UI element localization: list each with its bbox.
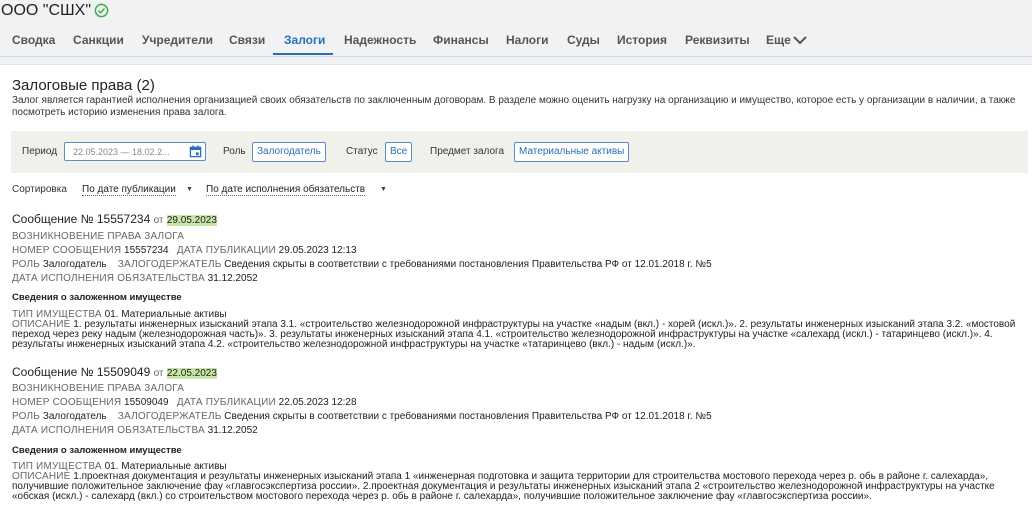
role-row: РОЛЬ Залогодатель ЗАЛОГОДЕРЖАТЕЛЬ Сведен…	[12, 411, 712, 422]
event-label: ВОЗНИКНОВЕНИЕ ПРАВА ЗАЛОГА	[12, 383, 185, 394]
page-title: Залоговые права (2)	[12, 77, 155, 94]
message-title[interactable]: Сообщение № 15557234 от 29.05.2023	[12, 212, 217, 226]
sort-by-publication[interactable]: По дате публикации	[82, 184, 176, 196]
number-row: НОМЕР СООБЩЕНИЯ 15557234 ДАТА ПУБЛИКАЦИИ…	[12, 245, 357, 256]
holder-key: ЗАЛОГОДЕРЖАТЕЛЬ	[117, 411, 222, 422]
subject-label: Предмет залога	[430, 146, 505, 157]
tab-founders[interactable]: Учредители	[142, 33, 213, 47]
description-value: 1. результаты инженерных изысканий этапа…	[12, 319, 1016, 350]
page-description: Залог является гарантией исполнения орга…	[12, 95, 1016, 118]
tab-pledges[interactable]: Залоги	[284, 33, 325, 47]
pub-date-label: ДАТА ПУБЛИКАЦИИ	[176, 397, 276, 408]
sort-label: Сортировка	[12, 184, 67, 195]
tab-reliability[interactable]: Надежность	[344, 33, 416, 47]
number-value: 15509049	[124, 397, 169, 408]
caret-down-icon[interactable]: ▼	[380, 186, 387, 193]
property-header: Сведения о заложенном имуществе	[12, 445, 182, 456]
number-label: НОМЕР СООБЩЕНИЯ	[12, 397, 122, 408]
period-input[interactable]: 22.05.2023 — 18.02.2...	[64, 142, 206, 161]
due-value: 31.12.2052	[207, 425, 258, 436]
holder-value: Сведения скрыты в соответствии с требова…	[224, 411, 712, 422]
message-prefix: Сообщение №	[12, 365, 94, 379]
message-number: 15557234	[96, 212, 151, 226]
message-title[interactable]: Сообщение № 15509049 от 22.05.2023	[12, 365, 217, 379]
number-row: НОМЕР СООБЩЕНИЯ 15509049 ДАТА ПУБЛИКАЦИИ…	[12, 397, 357, 408]
tab-more[interactable]: Еще	[766, 33, 791, 47]
tab-history[interactable]: История	[617, 33, 667, 47]
tab-connections[interactable]: Связи	[229, 33, 265, 47]
property-header: Сведения о заложенном имуществе	[12, 292, 182, 303]
tab-requisites[interactable]: Реквизиты	[685, 33, 750, 47]
sort-by-due-date[interactable]: По дате исполнения обязательств	[206, 184, 366, 196]
due-row: ДАТА ИСПОЛНЕНИЯ ОБЯЗАТЕЛЬСТВА 31.12.2052	[12, 273, 258, 284]
event-type: ВОЗНИКНОВЕНИЕ ПРАВА ЗАЛОГА	[12, 231, 184, 242]
message-date: 22.05.2023	[166, 368, 217, 379]
verified-check-icon	[94, 3, 109, 18]
pub-date-value: 29.05.2023 12:13	[278, 245, 357, 256]
tab-summary[interactable]: Сводка	[12, 33, 55, 47]
status-select[interactable]: Все	[385, 142, 413, 162]
number-value: 15557234	[124, 245, 169, 256]
role-key: РОЛЬ	[12, 411, 41, 422]
due-key: ДАТА ИСПОЛНЕНИЯ ОБЯЗАТЕЛЬСТВА	[12, 273, 205, 284]
role-row: РОЛЬ Залогодатель ЗАЛОГОДЕРЖАТЕЛЬ Сведен…	[12, 259, 712, 270]
message-prefix: Сообщение №	[12, 212, 94, 226]
caret-down-icon[interactable]: ▼	[186, 186, 193, 193]
calendar-icon[interactable]	[189, 145, 202, 158]
status-label: Статус	[346, 146, 378, 157]
role-value: Залогодатель	[42, 259, 107, 270]
pub-date-value: 22.05.2023 12:28	[278, 397, 357, 408]
event-label: ВОЗНИКНОВЕНИЕ ПРАВА ЗАЛОГА	[12, 231, 185, 242]
message-date: 29.05.2023	[166, 215, 217, 226]
due-value: 31.12.2052	[207, 273, 258, 284]
holder-value: Сведения скрыты в соответствии с требова…	[224, 259, 712, 270]
number-label: НОМЕР СООБЩЕНИЯ	[12, 245, 122, 256]
subject-select[interactable]: Материальные активы	[514, 142, 630, 162]
active-tab-indicator	[273, 53, 333, 55]
role-value: Залогодатель	[42, 411, 107, 422]
chevron-down-icon[interactable]	[792, 34, 808, 46]
tab-courts[interactable]: Суды	[567, 33, 600, 47]
description-value: 1.проектная документация и результаты ин…	[12, 471, 995, 502]
event-type: ВОЗНИКНОВЕНИЕ ПРАВА ЗАЛОГА	[12, 383, 184, 394]
due-row: ДАТА ИСПОЛНЕНИЯ ОБЯЗАТЕЛЬСТВА 31.12.2052	[12, 425, 258, 436]
description-row: ОПИСАНИЕ 1. результаты инженерных изыска…	[12, 320, 1022, 350]
role-select[interactable]: Залогодатель	[252, 142, 326, 162]
from-label: от	[153, 215, 164, 226]
due-key: ДАТА ИСПОЛНЕНИЯ ОБЯЗАТЕЛЬСТВА	[12, 425, 205, 436]
pub-date-label: ДАТА ПУБЛИКАЦИИ	[176, 245, 276, 256]
top-bar: ООО "СШХ" Сводка Санкции Учредители Связ…	[0, 0, 1032, 57]
tab-sanctions[interactable]: Санкции	[73, 33, 124, 47]
from-label: от	[153, 368, 164, 379]
pledges-panel: Залоговые права (2) Залог является гаран…	[0, 64, 1032, 518]
role-label: Роль	[223, 146, 246, 157]
period-label: Период	[22, 146, 58, 157]
message-number: 15509049	[96, 365, 151, 379]
holder-key: ЗАЛОГОДЕРЖАТЕЛЬ	[117, 259, 222, 270]
filter-bar: Период 22.05.2023 — 18.02.2... Роль Зало…	[11, 131, 1028, 173]
role-key: РОЛЬ	[12, 259, 41, 270]
description-row: ОПИСАНИЕ 1.проектная документация и резу…	[12, 472, 1022, 502]
tab-finances[interactable]: Финансы	[433, 33, 489, 47]
tab-taxes[interactable]: Налоги	[506, 33, 549, 47]
period-value: 22.05.2023 — 18.02.2...	[73, 147, 170, 157]
company-name: ООО "СШХ"	[1, 2, 92, 19]
